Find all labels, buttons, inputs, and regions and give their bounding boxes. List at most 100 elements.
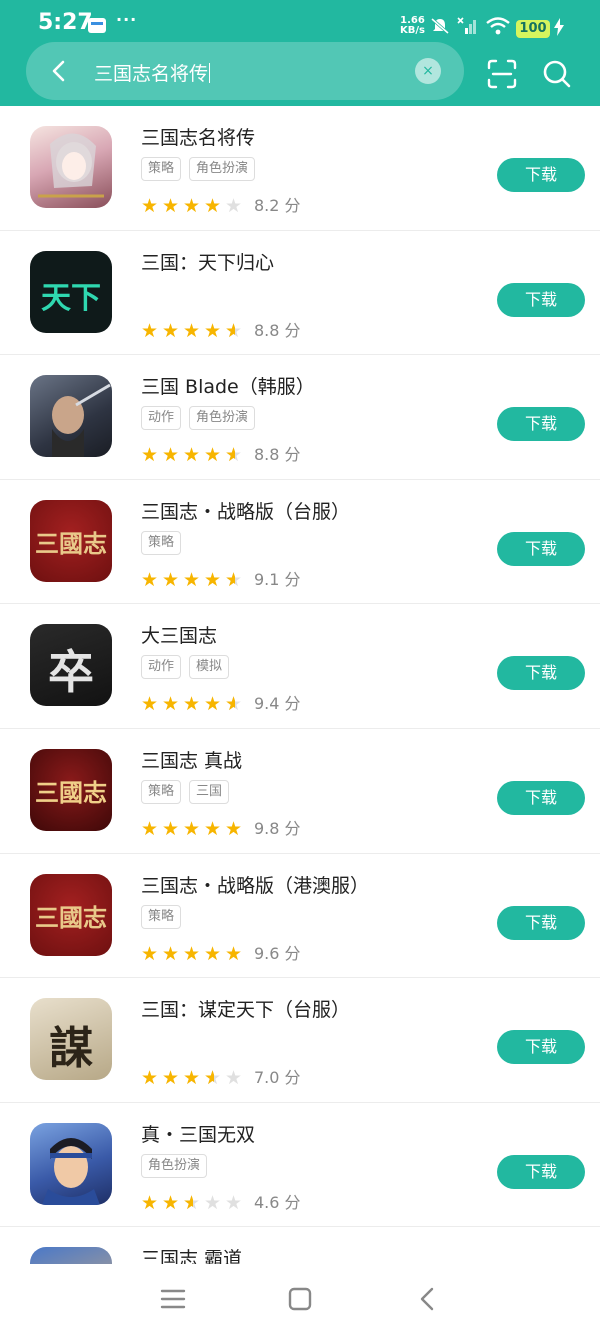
app-icon[interactable] (30, 1122, 112, 1205)
star-icon: ★ (204, 693, 222, 716)
scan-icon (487, 59, 517, 89)
download-button[interactable]: 下载 (497, 780, 585, 815)
app-icon-glyph: 三國志 (35, 528, 107, 558)
app-icon[interactable]: 天下 (30, 250, 112, 333)
app-title[interactable]: 真・三国无双 (141, 1120, 255, 1147)
star-icon: ★ (183, 444, 201, 467)
star-icon: ★ (162, 1067, 180, 1090)
list-item[interactable]: 三国志名将传 策略 角色扮演 ★ ★ ★ ★ ★ 8.2 分 下载 (0, 106, 600, 231)
app-rating: ★★★★★8.8 分 (141, 317, 301, 341)
app-icon[interactable]: 三國志 (30, 499, 112, 582)
download-button[interactable]: 下载 (497, 905, 585, 940)
back-button[interactable] (38, 50, 80, 92)
star-icon: ★ (183, 817, 201, 840)
star-icon: ★ (204, 817, 222, 840)
app-icon[interactable]: 卒 (30, 624, 112, 707)
star-icon: ★ (141, 444, 159, 467)
list-item[interactable]: 三国志 霸道 (0, 1227, 600, 1264)
star-icon: ★ (162, 1191, 180, 1214)
app-score: 4.6 分 (254, 1192, 301, 1212)
download-button[interactable]: 下载 (497, 1030, 585, 1065)
tag[interactable]: 角色扮演 (189, 157, 256, 181)
star-half-icon: ★ (183, 1193, 203, 1213)
star-icon: ★ (162, 817, 180, 840)
app-title[interactable]: 三国：天下归心 (141, 248, 274, 275)
search-input[interactable]: 三国志名将传 (94, 59, 211, 86)
wifi-icon (486, 17, 510, 38)
list-item[interactable]: 天下 三国：天下归心 ★★★★★8.8 分 下载 (0, 231, 600, 356)
app-rating: ★ ★ ★ ★ ★ 9.6 分 (141, 940, 301, 964)
tag[interactable]: 角色扮演 (141, 1153, 208, 1178)
star-icon: ★ (183, 568, 201, 591)
app-icon[interactable]: 謀 (30, 998, 112, 1081)
scan-button[interactable] (486, 58, 518, 90)
star-icon: ★ (183, 319, 201, 342)
app-icon-glyph: 三國志 (35, 902, 107, 932)
list-item[interactable]: 三國志 三国志・战略版（港澳服） 策略 ★ ★ ★ ★ ★ 9.6 分 下载 (0, 854, 600, 979)
app-tags: 角色扮演 (141, 1153, 215, 1178)
app-icon[interactable] (30, 1247, 112, 1264)
app-icon[interactable] (30, 126, 112, 208)
star-half-icon: ★ (225, 570, 245, 590)
clear-search-button[interactable]: × (415, 58, 441, 84)
tag[interactable]: 角色扮演 (189, 406, 256, 431)
back-chevron-icon (420, 1287, 434, 1311)
download-button[interactable]: 下载 (497, 407, 585, 442)
tag[interactable]: 三国 (189, 779, 230, 804)
tag[interactable]: 策略 (141, 530, 182, 555)
app-icon-glyph: 天下 (41, 280, 101, 316)
star-icon: ★ (162, 693, 180, 716)
list-item[interactable]: 三国 Blade（韩服） 动作角色扮演 ★★★★★8.8 分 下载 (0, 355, 600, 480)
app-rating: ★ ★ ★ ★ ★ 8.2 分 (141, 192, 301, 216)
app-title[interactable]: 三国志 霸道 (141, 1244, 242, 1264)
app-tags: 策略 三国 (141, 779, 237, 804)
search-button[interactable] (542, 58, 572, 90)
app-score: 8.8 分 (254, 445, 301, 465)
download-button[interactable]: 下载 (497, 282, 585, 317)
star-icon: ★ (141, 195, 159, 217)
star-icon: ★ (141, 1191, 159, 1214)
mute-bell-icon (430, 17, 450, 38)
list-item[interactable]: 三國志 三国志・战略版（台服） 策略 ★★★★★9.1 分 下载 (0, 480, 600, 605)
search-icon (543, 60, 571, 88)
app-title[interactable]: 三国志 真战 (141, 746, 242, 773)
tag[interactable]: 策略 (141, 904, 182, 929)
app-tags: 动作 角色扮演 (141, 406, 263, 431)
star-half-icon: ★ (225, 446, 245, 466)
app-title[interactable]: 三国志名将传 (141, 123, 255, 150)
menu-button[interactable] (158, 1284, 188, 1314)
download-button[interactable]: 下载 (497, 1154, 585, 1189)
tag[interactable]: 模拟 (189, 655, 230, 680)
home-button[interactable] (285, 1284, 315, 1314)
download-button[interactable]: 下载 (497, 656, 585, 691)
tag[interactable]: 策略 (141, 157, 182, 181)
app-icon[interactable]: 三國志 (30, 873, 112, 956)
app-icon[interactable]: 三國志 (30, 748, 112, 831)
app-title[interactable]: 三国志・战略版（台服） (141, 497, 350, 524)
app-icon[interactable] (30, 375, 112, 458)
app-title[interactable]: 三国 Blade（韩服） (141, 372, 315, 399)
app-title[interactable]: 三国志・战略版（港澳服） (141, 871, 369, 898)
system-back-button[interactable] (413, 1284, 443, 1314)
text-cursor (209, 63, 211, 83)
tag[interactable]: 动作 (141, 406, 182, 431)
list-item[interactable]: 三國志 三国志 真战 策略 三国 ★ ★ ★ ★ ★ 9.8 分 下载 (0, 729, 600, 854)
list-item[interactable]: 謀 三国：谋定天下（台服） ★★★★★7.0 分 下载 (0, 978, 600, 1103)
download-button[interactable]: 下载 (497, 531, 585, 566)
app-rating: ★★★★★7.0 分 (141, 1064, 301, 1088)
app-title[interactable]: 三国：谋定天下（台服） (141, 995, 350, 1022)
list-item[interactable]: 真・三国无双 角色扮演 ★★★★★4.6 分 下载 (0, 1103, 600, 1228)
star-icon: ★ (162, 942, 180, 965)
app-score: 8.2 分 (254, 196, 301, 215)
download-button[interactable]: 下载 (497, 158, 585, 192)
app-title[interactable]: 大三国志 (141, 621, 217, 648)
star-icon: ★ (141, 817, 159, 840)
tag[interactable]: 动作 (141, 655, 182, 680)
star-icon: ★ (141, 942, 159, 965)
list-item[interactable]: 卒 大三国志 动作模拟 ★★★★★9.4 分 下载 (0, 604, 600, 729)
app-rating: ★★★★★4.6 分 (141, 1189, 301, 1213)
app-tags: 动作 模拟 (141, 655, 237, 680)
star-icon: ★ (141, 319, 159, 342)
tag[interactable]: 策略 (141, 779, 182, 804)
star-icon: ★ (225, 817, 243, 840)
